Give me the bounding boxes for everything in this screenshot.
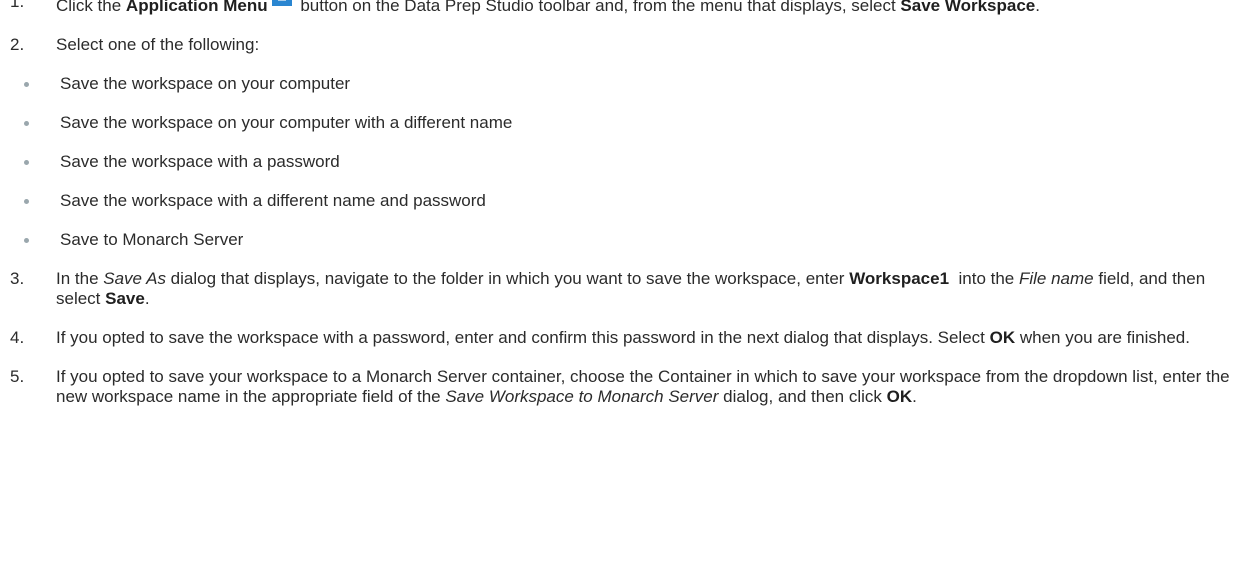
step-4: 4. If you opted to save the workspace wi…	[10, 328, 1190, 347]
bullet-icon	[24, 160, 29, 165]
save-options-list: Save the workspace on your computer Save…	[0, 74, 1258, 250]
list-item: Save the workspace with a password	[0, 152, 1258, 172]
list-item: Save the workspace with a different name…	[0, 191, 1258, 211]
list-item: Save the workspace on your computer with…	[0, 113, 1258, 133]
bullet-icon	[24, 82, 29, 87]
list-item: Save to Monarch Server	[0, 230, 1258, 250]
save-workspace-label: Save Workspace	[900, 0, 1036, 15]
application-menu-label: Application Menu	[125, 0, 268, 15]
workspace1-label: Workspace1	[849, 269, 950, 288]
save-label: Save	[105, 289, 145, 308]
step-number: 5.	[10, 367, 25, 386]
application-menu-icon	[271, 0, 292, 6]
instructions-document: 1. Click the Application Menu button on …	[0, 0, 1258, 434]
step-5: 5. If you opted to save your workspace t…	[10, 367, 1230, 406]
file-name-field-ref: File name	[1018, 269, 1094, 288]
step-1: 1. Click the Application Menu button on …	[0, 0, 1258, 16]
bullet-icon	[24, 121, 29, 126]
step-number: 3.	[10, 269, 25, 288]
list-item: Save the workspace on your computer	[0, 74, 1258, 94]
step-number: 4.	[10, 328, 25, 347]
monarch-server-dialog-ref: Save Workspace to Monarch Server	[445, 387, 719, 406]
ok-label: OK	[989, 328, 1016, 347]
step-number: 1.	[10, 0, 25, 11]
ok-label: OK	[886, 387, 913, 406]
save-as-dialog-ref: Save As	[103, 269, 166, 288]
bullet-icon	[24, 199, 29, 204]
bullet-icon	[24, 238, 29, 243]
step-2: 2. Select one of the following:	[0, 35, 1258, 55]
step-3: 3. In the Save As dialog that displays, …	[10, 269, 1206, 308]
step-text: Click the	[56, 0, 126, 15]
step-number: 2.	[10, 35, 25, 54]
step-text: Select one of the following:	[56, 35, 260, 54]
step-text: button on the Data Prep Studio toolbar a…	[295, 0, 901, 15]
